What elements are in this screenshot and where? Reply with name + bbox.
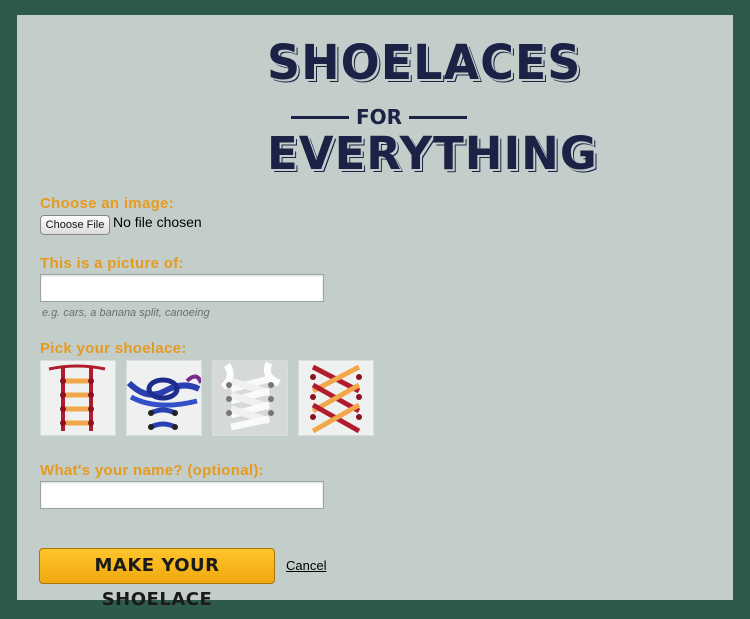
shoelace-option-knotted[interactable] bbox=[126, 360, 203, 436]
cancel-link[interactable]: Cancel bbox=[286, 558, 326, 573]
logo-left-bar bbox=[291, 116, 349, 119]
choose-file-button[interactable]: Choose File bbox=[40, 215, 110, 235]
ladder-lace-icon bbox=[41, 361, 115, 435]
logo-for-row: FOR bbox=[267, 105, 489, 129]
logo-right-bar bbox=[409, 116, 467, 119]
picture-of-input[interactable] bbox=[40, 274, 324, 302]
picture-of-label: This is a picture of: bbox=[40, 255, 184, 272]
choose-image-label: Choose an image: bbox=[40, 195, 174, 212]
shoelaces-for-everything-logo: SHOELACES FOR EVERYTHING bbox=[267, 33, 598, 180]
pick-shoelace-label: Pick your shoelace: bbox=[40, 340, 187, 357]
knotted-lace-icon bbox=[126, 361, 203, 435]
logo-line-everything: EVERYTHING bbox=[267, 127, 598, 180]
shoelace-option-white[interactable] bbox=[212, 360, 288, 436]
name-label: What's your name? (optional): bbox=[40, 462, 264, 479]
picture-of-hint: e.g. cars, a banana split, canoeing bbox=[42, 307, 210, 319]
file-status-text: No file chosen bbox=[113, 214, 202, 230]
shoelace-option-ladder[interactable] bbox=[40, 360, 116, 436]
logo-line-for: FOR bbox=[355, 105, 403, 129]
name-input[interactable] bbox=[40, 481, 324, 509]
shoelace-option-criss-cross[interactable] bbox=[298, 360, 374, 436]
logo-line-shoelaces: SHOELACES bbox=[267, 33, 582, 91]
make-shoelace-button[interactable]: MAKE YOUR SHOELACE bbox=[39, 548, 275, 610]
criss-cross-lace-icon bbox=[299, 361, 373, 435]
white-lace-icon bbox=[213, 361, 287, 435]
form-panel: SHOELACES FOR EVERYTHING Choose an image… bbox=[17, 15, 733, 610]
